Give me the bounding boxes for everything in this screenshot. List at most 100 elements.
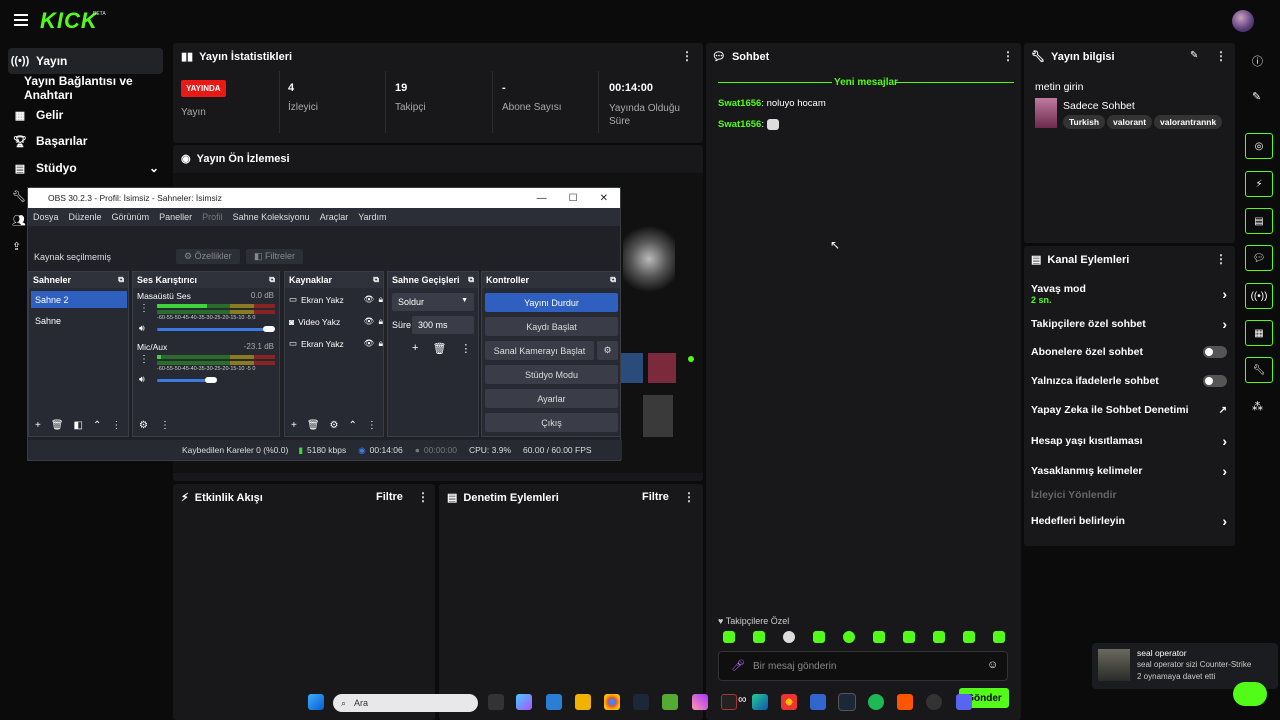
emote-icon[interactable] [843, 631, 855, 643]
volume-slider-handle[interactable] [205, 377, 217, 383]
chat-message[interactable]: Swat1656: noluyo hocam [718, 98, 826, 109]
more-options-icon[interactable]: ⋮ [683, 490, 695, 504]
broadcast-icon[interactable]: ((•)) [1245, 283, 1273, 309]
chat-input[interactable]: 🎤︎ Bir mesaj gönderin ☺ [718, 651, 1008, 681]
lock-icon[interactable]: 🔒︎ [378, 316, 383, 327]
chat-icon[interactable]: 💬︎ [1245, 245, 1273, 271]
wrench-icon[interactable]: 🔧︎ [1245, 357, 1273, 383]
discord-icon[interactable] [956, 694, 972, 710]
volume-slider[interactable] [157, 328, 273, 331]
more-icon[interactable]: ⋮ [160, 420, 170, 431]
info-icon[interactable]: ⓘ [1252, 53, 1263, 69]
add-icon[interactable]: + [412, 342, 418, 355]
chat-username[interactable]: Swat1656 [718, 98, 761, 109]
chrome-icon[interactable] [604, 694, 620, 710]
scene-item-selected[interactable]: Sahne 2 [31, 291, 127, 308]
kick-logo[interactable]: KICK [40, 8, 98, 34]
infinity-icon[interactable]: ∞ [738, 692, 747, 706]
file-explorer-icon[interactable] [575, 694, 591, 710]
menu-item[interactable]: Sahne Koleksiyonu [233, 212, 310, 222]
volume-slider-handle[interactable] [263, 326, 275, 332]
moderation-filter-button[interactable]: Filtre [642, 491, 669, 503]
emote-icon[interactable] [963, 631, 975, 643]
more-options-icon[interactable]: ⋮ [417, 490, 429, 504]
instagram-icon[interactable] [692, 694, 708, 710]
chat-username[interactable]: Swat1656 [718, 119, 761, 130]
microphone-icon[interactable]: 🎤︎ [731, 659, 745, 672]
emote-icon[interactable] [783, 631, 795, 643]
undock-icon[interactable]: ⧉ [468, 275, 474, 285]
emote-icon[interactable] [873, 631, 885, 643]
menu-icon[interactable] [14, 14, 28, 26]
subscribers-only-toggle[interactable] [1203, 346, 1227, 358]
gear-icon[interactable]: ⚙ [597, 341, 618, 360]
windows-start-icon[interactable] [308, 694, 324, 710]
menu-item[interactable]: Görünüm [112, 212, 150, 222]
tag-badge[interactable]: valorantrannk [1154, 115, 1223, 129]
add-icon[interactable]: + [291, 420, 297, 431]
start-recording-button[interactable]: Kaydı Başlat [485, 317, 618, 336]
trash-icon[interactable]: 🗑︎ [432, 342, 446, 355]
minimize-icon[interactable]: — [537, 193, 547, 204]
emoji-icon[interactable]: ☺ [987, 659, 998, 671]
nav-item-studio[interactable]: ▤ Stüdyo ⌄ [8, 155, 163, 181]
more-icon[interactable]: ⋮ [111, 420, 121, 431]
steam-icon[interactable] [633, 694, 649, 710]
nav-item-revenue[interactable]: ▦ Gelir [8, 102, 163, 128]
source-item[interactable]: ▭ Ekran Yakz 👁︎ 🔒︎ [289, 294, 383, 305]
up-icon[interactable]: ⌃ [349, 420, 357, 431]
taskbar-search[interactable]: ⌕ Ara [333, 694, 478, 712]
chat-message[interactable]: Swat1656: [718, 119, 779, 130]
upload-icon[interactable]: ⇪ [12, 240, 21, 253]
user-avatar[interactable] [1232, 10, 1254, 32]
duration-spinbox[interactable]: 300 ms [412, 316, 474, 334]
emote-icon[interactable] [813, 631, 825, 643]
pencil-icon[interactable]: ✎ [1252, 90, 1261, 103]
undock-icon[interactable]: ⧉ [610, 275, 616, 285]
more-icon[interactable]: ⋮ [460, 342, 471, 355]
filter-icon[interactable]: ◧ [74, 420, 83, 431]
transition-select[interactable]: Soldur ▼ [392, 293, 474, 311]
nav-item-stream-key[interactable]: Yayın Bağlantısı ve Anahtarı [24, 74, 169, 102]
lock-icon[interactable]: 🔒︎ [378, 294, 383, 305]
emote-icon[interactable] [723, 631, 735, 643]
more-icon[interactable]: ⋮ [139, 354, 149, 365]
goals-row[interactable]: Hedefleri belirleyin › [1031, 513, 1227, 529]
tag-badge[interactable]: Turkish [1063, 115, 1106, 129]
spotify-icon[interactable] [868, 694, 884, 710]
copilot-icon[interactable] [516, 694, 532, 710]
lock-icon[interactable]: 🔒︎ [378, 338, 383, 349]
category-name[interactable]: Sadece Sohbet [1063, 100, 1135, 112]
undock-icon[interactable]: ⧉ [373, 275, 379, 285]
up-icon[interactable]: ⌃ [93, 420, 101, 431]
undock-icon[interactable]: ⧉ [118, 275, 124, 285]
nav-item-stream[interactable]: ((•)) Yayın [8, 48, 163, 74]
menu-item[interactable]: Paneller [159, 212, 192, 222]
speaker-icon[interactable]: 🔊︎ [139, 374, 145, 385]
more-icon[interactable]: ⋮ [139, 303, 149, 314]
more-options-icon[interactable]: ⋮ [681, 49, 693, 63]
gear-icon[interactable]: ⚙ [139, 420, 148, 431]
obs-titlebar[interactable]: OBS 30.2.3 - Profil: İsimsiz - Sahneler:… [28, 188, 620, 208]
obs-icon[interactable] [926, 694, 942, 710]
filters-button[interactable]: ◧ Filtreler [246, 249, 304, 264]
trash-icon[interactable]: 🗑︎ [307, 420, 320, 431]
more-options-icon[interactable]: ⋮ [1002, 49, 1014, 63]
followers-only-chat-row[interactable]: Takipçilere özel sohbet › [1031, 316, 1227, 332]
app-icon[interactable] [662, 694, 678, 710]
maximize-icon[interactable]: ☐ [569, 193, 578, 204]
app-icon[interactable] [810, 694, 826, 710]
stop-stream-button[interactable]: Yayını Durdur [485, 293, 618, 312]
menu-item[interactable]: Araçlar [320, 212, 349, 222]
scene-item[interactable]: Sahne [31, 312, 127, 329]
studio-mode-button[interactable]: Stüdyo Modu [485, 365, 618, 384]
edge-icon[interactable] [752, 694, 768, 710]
menu-item[interactable]: Düzenle [69, 212, 102, 222]
camera-icon[interactable]: ◎ [1245, 133, 1273, 159]
emote-icon[interactable] [753, 631, 765, 643]
ai-moderation-row[interactable]: Yapay Zeka ile Sohbet Denetimi ↗ [1031, 404, 1227, 416]
close-icon[interactable]: ✕ [600, 193, 608, 204]
store-icon[interactable] [546, 694, 562, 710]
document-icon[interactable]: ▤ [1245, 208, 1273, 234]
category-thumbnail[interactable] [1035, 98, 1057, 128]
